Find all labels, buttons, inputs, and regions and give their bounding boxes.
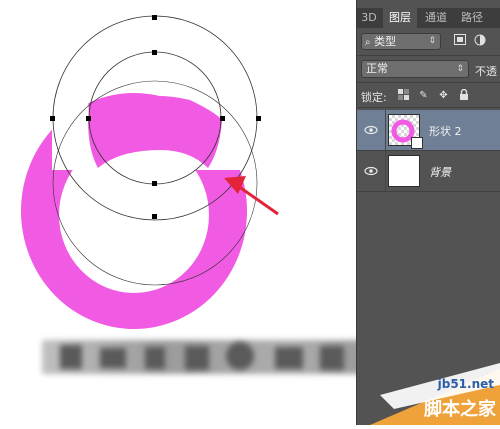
divider bbox=[385, 151, 386, 191]
vector-mask-badge bbox=[411, 137, 423, 149]
panel-tab-bar: 3D 图层 通道 路径 bbox=[357, 8, 500, 28]
divider bbox=[385, 110, 386, 150]
lock-transparent-icon[interactable] bbox=[397, 89, 410, 102]
divider bbox=[357, 82, 500, 83]
lock-pixels-icon[interactable]: ✎ bbox=[417, 89, 430, 102]
tab-3d[interactable]: 3D bbox=[357, 8, 381, 28]
photoshop-window: 3D 图层 通道 路径 ⌕ 类型 ⇕ 正常 ⇕ 不透 锁定: ✎ ✥ 形状 2 … bbox=[0, 0, 500, 425]
chevron-updown-icon: ⇕ bbox=[428, 36, 436, 46]
layer-thumbnail bbox=[388, 114, 423, 149]
lock-position-icon[interactable]: ✥ bbox=[437, 89, 450, 102]
tab-paths[interactable]: 路径 bbox=[455, 8, 489, 28]
canvas-artwork bbox=[20, 15, 452, 374]
blend-row: 正常 ⇕ 不透 bbox=[357, 58, 500, 80]
opacity-label[interactable]: 不透 bbox=[475, 63, 497, 79]
divider bbox=[357, 107, 500, 108]
layer-filter-row: ⌕ 类型 ⇕ bbox=[357, 31, 500, 53]
layer-thumbnail bbox=[388, 155, 420, 187]
filter-search-icon: ⌕ bbox=[365, 37, 371, 48]
image-filter-icon[interactable] bbox=[453, 34, 467, 48]
layer-name[interactable]: 背景 bbox=[429, 164, 451, 180]
filter-kind-label: 类型 bbox=[374, 35, 397, 48]
blend-mode-select[interactable]: 正常 ⇕ bbox=[361, 60, 469, 78]
layer-row-background[interactable]: 背景 bbox=[357, 151, 500, 191]
document-canvas[interactable] bbox=[0, 0, 452, 425]
lock-label: 锁定: bbox=[361, 91, 387, 104]
lock-all-icon[interactable] bbox=[457, 88, 470, 102]
adjustment-filter-icon[interactable] bbox=[473, 34, 487, 48]
watermark-url: jb51.net bbox=[437, 377, 494, 391]
eye-icon[interactable] bbox=[363, 122, 379, 138]
layer-row-shape2[interactable]: 形状 2 bbox=[357, 110, 500, 150]
lock-row: 锁定: ✎ ✥ bbox=[357, 86, 500, 106]
watermark-site-name: 脚本之家 bbox=[424, 399, 496, 420]
chevron-updown-icon: ⇕ bbox=[456, 64, 464, 74]
divider bbox=[357, 55, 500, 56]
tab-channels[interactable]: 通道 bbox=[419, 8, 453, 28]
layer-name[interactable]: 形状 2 bbox=[429, 123, 462, 139]
tab-layers[interactable]: 图层 bbox=[383, 8, 417, 28]
blurred-text-strip bbox=[42, 340, 452, 374]
watermark: jb51.net 脚本之家 bbox=[350, 355, 500, 425]
filter-kind-select[interactable]: ⌕ 类型 ⇕ bbox=[361, 33, 441, 50]
eye-icon[interactable] bbox=[363, 163, 379, 179]
blend-mode-value: 正常 bbox=[366, 62, 388, 75]
divider bbox=[357, 191, 500, 192]
